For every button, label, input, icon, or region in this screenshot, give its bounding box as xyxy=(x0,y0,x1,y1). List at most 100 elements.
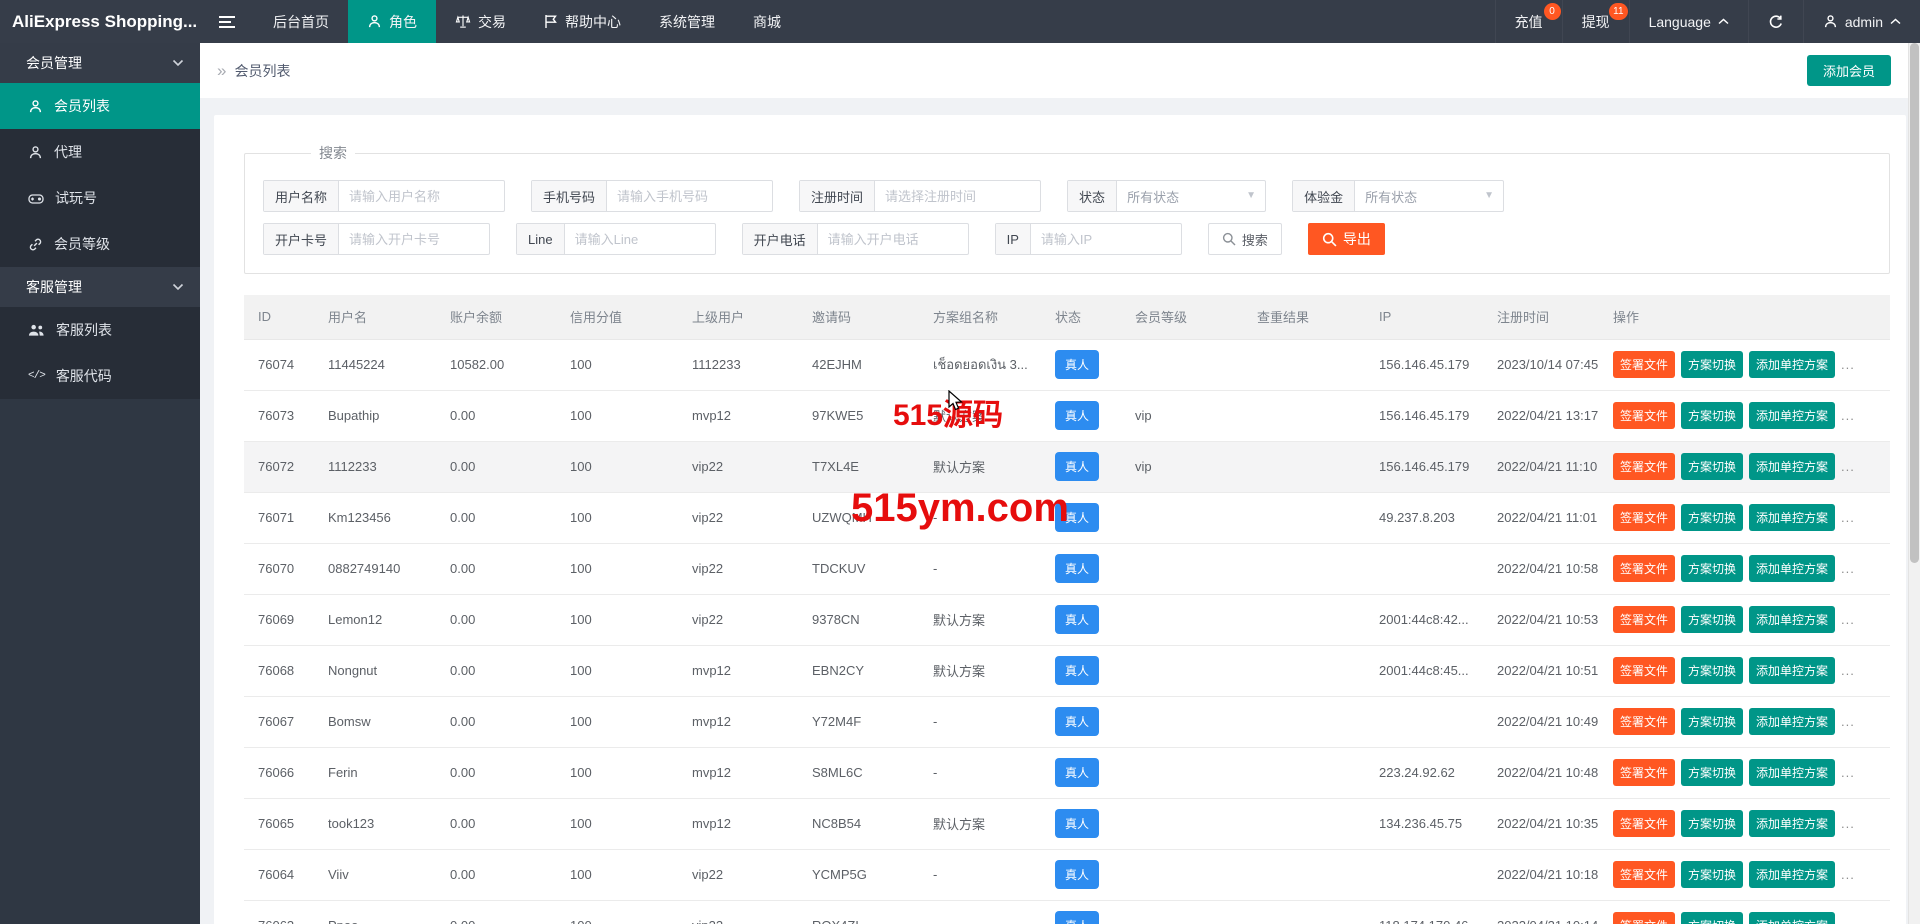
action-button[interactable]: 方案切换 xyxy=(1681,555,1743,582)
sidebar-item-service-list[interactable]: 客服列表 xyxy=(0,307,200,353)
action-button[interactable]: 方案切换 xyxy=(1681,708,1743,735)
sidebar-item-label: 会员等级 xyxy=(54,234,110,254)
status-select[interactable]: 所有状态 ▼ xyxy=(1117,181,1265,211)
more-actions-button[interactable]: ... xyxy=(1841,663,1855,678)
action-button[interactable]: 方案切换 xyxy=(1681,504,1743,531)
action-button[interactable]: 方案切换 xyxy=(1681,657,1743,684)
status-badge[interactable]: 真人 xyxy=(1055,860,1099,889)
cell-plan: 默认方案 xyxy=(919,594,1041,645)
action-button[interactable]: 添加单控方案 xyxy=(1749,555,1835,582)
action-button[interactable]: 签署文件 xyxy=(1613,810,1675,837)
action-button[interactable]: 添加单控方案 xyxy=(1749,861,1835,888)
action-button[interactable]: 签署文件 xyxy=(1613,351,1675,378)
sidebar-item-service-code[interactable]: </> 客服代码 xyxy=(0,353,200,399)
action-button[interactable]: 方案切换 xyxy=(1681,861,1743,888)
status-badge[interactable]: 真人 xyxy=(1055,554,1099,583)
ip-input[interactable] xyxy=(1031,224,1181,254)
trial-select[interactable]: 所有状态 ▼ xyxy=(1355,181,1503,211)
action-button[interactable]: 签署文件 xyxy=(1613,759,1675,786)
nav-dashboard[interactable]: 后台首页 xyxy=(254,0,348,43)
action-button[interactable]: 添加单控方案 xyxy=(1749,657,1835,684)
sidebar-group-member-management[interactable]: 会员管理 xyxy=(0,43,200,83)
status-badge[interactable]: 真人 xyxy=(1055,503,1099,532)
action-button[interactable]: 签署文件 xyxy=(1613,402,1675,429)
status-badge[interactable]: 真人 xyxy=(1055,656,1099,685)
action-button[interactable]: 方案切换 xyxy=(1681,351,1743,378)
more-actions-button[interactable]: ... xyxy=(1841,408,1855,423)
action-button[interactable]: 方案切换 xyxy=(1681,759,1743,786)
search-button[interactable]: 搜索 xyxy=(1208,223,1282,255)
sidebar-item-agent[interactable]: 代理 xyxy=(0,129,200,175)
action-button[interactable]: 添加单控方案 xyxy=(1749,708,1835,735)
action-button[interactable]: 签署文件 xyxy=(1613,708,1675,735)
sidebar-toggle-button[interactable] xyxy=(200,0,254,43)
status-badge[interactable]: 真人 xyxy=(1055,809,1099,838)
more-actions-button[interactable]: ... xyxy=(1841,714,1855,729)
action-button[interactable]: 方案切换 xyxy=(1681,402,1743,429)
action-button[interactable]: 签署文件 xyxy=(1613,606,1675,633)
phone-input[interactable] xyxy=(607,181,772,211)
language-menu[interactable]: Language xyxy=(1629,0,1748,43)
action-button[interactable]: 签署文件 xyxy=(1613,657,1675,684)
status-badge[interactable]: 真人 xyxy=(1055,707,1099,736)
nav-mall[interactable]: 商城 xyxy=(734,0,800,43)
action-button[interactable]: 添加单控方案 xyxy=(1749,759,1835,786)
nav-withdraw[interactable]: 提现 11 xyxy=(1562,0,1629,43)
action-button[interactable]: 签署文件 xyxy=(1613,861,1675,888)
sidebar-group-service-management[interactable]: 客服管理 xyxy=(0,267,200,307)
nav-system-admin[interactable]: 系统管理 xyxy=(640,0,734,43)
more-actions-button[interactable]: ... xyxy=(1841,510,1855,525)
action-button[interactable]: 添加单控方案 xyxy=(1749,504,1835,531)
cell-username: 0882749140 xyxy=(314,543,436,594)
more-actions-button[interactable]: ... xyxy=(1841,867,1855,882)
nav-recharge[interactable]: 充值 0 xyxy=(1495,0,1562,43)
sidebar-item-trial-account[interactable]: 试玩号 xyxy=(0,175,200,221)
bank-phone-input[interactable] xyxy=(818,224,968,254)
bank-card-input[interactable] xyxy=(339,224,489,254)
line-input[interactable] xyxy=(565,224,715,254)
status-badge[interactable]: 真人 xyxy=(1055,911,1099,924)
cell-parent: vip22 xyxy=(678,594,798,645)
action-button[interactable]: 签署文件 xyxy=(1613,912,1675,924)
more-actions-button[interactable]: ... xyxy=(1841,561,1855,576)
action-button[interactable]: 签署文件 xyxy=(1613,504,1675,531)
nav-help-center[interactable]: 帮助中心 xyxy=(525,0,640,43)
action-button[interactable]: 签署文件 xyxy=(1613,555,1675,582)
more-actions-button[interactable]: ... xyxy=(1841,612,1855,627)
nav-trade[interactable]: 交易 xyxy=(436,0,525,43)
status-badge[interactable]: 真人 xyxy=(1055,401,1099,430)
more-actions-button[interactable]: ... xyxy=(1841,765,1855,780)
add-member-button[interactable]: 添加会员 xyxy=(1807,55,1891,86)
export-button[interactable]: 导出 xyxy=(1308,223,1385,255)
refresh-button[interactable] xyxy=(1748,0,1803,43)
action-button[interactable]: 添加单控方案 xyxy=(1749,606,1835,633)
action-button[interactable]: 添加单控方案 xyxy=(1749,453,1835,480)
more-actions-button[interactable]: ... xyxy=(1841,816,1855,831)
scrollbar-thumb[interactable] xyxy=(1910,43,1919,563)
action-button[interactable]: 添加单控方案 xyxy=(1749,810,1835,837)
action-button[interactable]: 签署文件 xyxy=(1613,453,1675,480)
cell-ops: 签署文件方案切换添加单控方案... xyxy=(1599,900,1890,924)
more-actions-button[interactable]: ... xyxy=(1841,918,1855,924)
status-badge[interactable]: 真人 xyxy=(1055,350,1099,379)
action-button[interactable]: 添加单控方案 xyxy=(1749,351,1835,378)
action-button[interactable]: 方案切换 xyxy=(1681,912,1743,924)
action-button[interactable]: 方案切换 xyxy=(1681,453,1743,480)
cell-id: 76071 xyxy=(244,492,314,543)
admin-user-menu[interactable]: admin xyxy=(1803,0,1920,43)
action-button[interactable]: 添加单控方案 xyxy=(1749,912,1835,924)
action-button[interactable]: 添加单控方案 xyxy=(1749,402,1835,429)
sidebar-item-member-list[interactable]: 会员列表 xyxy=(0,83,200,129)
status-badge[interactable]: 真人 xyxy=(1055,452,1099,481)
more-actions-button[interactable]: ... xyxy=(1841,459,1855,474)
status-badge[interactable]: 真人 xyxy=(1055,605,1099,634)
status-badge[interactable]: 真人 xyxy=(1055,758,1099,787)
nav-role[interactable]: 角色 xyxy=(348,0,436,43)
sidebar-item-member-level[interactable]: 会员等级 xyxy=(0,221,200,267)
more-actions-button[interactable]: ... xyxy=(1841,357,1855,372)
action-button[interactable]: 方案切换 xyxy=(1681,810,1743,837)
action-button[interactable]: 方案切换 xyxy=(1681,606,1743,633)
username-input[interactable] xyxy=(339,181,504,211)
cell-ip: 156.146.45.179 xyxy=(1365,339,1483,390)
reg-time-input[interactable] xyxy=(875,181,1040,211)
